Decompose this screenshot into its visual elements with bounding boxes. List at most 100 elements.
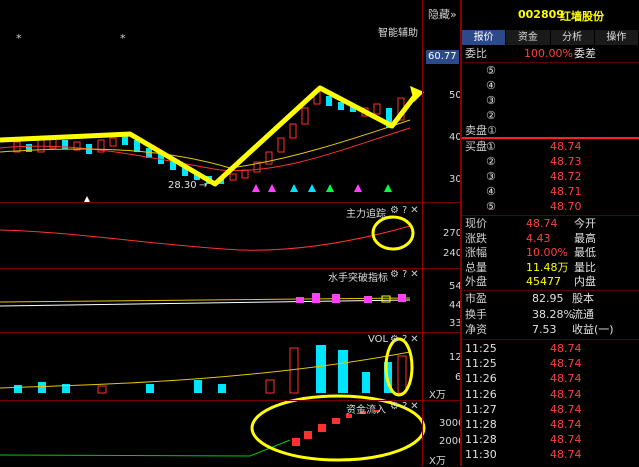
candle [338, 102, 344, 110]
tab-analysis[interactable]: 分析 [550, 30, 595, 45]
hide-button[interactable]: 隐藏» [428, 6, 457, 22]
sell-level: ⑤ [486, 64, 496, 77]
star-mark: * [120, 32, 126, 45]
highlight-circle-1 [371, 215, 415, 251]
tab-quote[interactable]: 报价 [462, 30, 507, 45]
sell-level: ④ [486, 79, 496, 92]
tick-row: 11:30 48.74 [462, 448, 639, 462]
indicator2-icons: ⚙?✕ [390, 269, 422, 280]
ma-line-yellow [0, 119, 411, 169]
tick-time: 11:25 [465, 342, 497, 355]
stat-label: 现价 [465, 217, 487, 230]
buy-level: 买盘 ① 48.74 [465, 140, 582, 153]
stock-code: 002809 [518, 8, 564, 21]
tick-price: 48.74 [550, 357, 582, 371]
indicator3-icons: ⚙?✕ [390, 334, 422, 345]
divider [462, 290, 639, 291]
stat-label: 换手 [465, 307, 487, 321]
gear-icon[interactable]: ⚙ [390, 205, 402, 216]
stat-label: 量比 [574, 260, 596, 274]
tick-row: 11:26 48.74 [462, 388, 639, 402]
tick-row: 11:25 48.74 [462, 342, 639, 356]
candle [301, 107, 309, 125]
stat-label: 总量 [465, 260, 487, 274]
indicator3-title[interactable]: VOL [368, 334, 388, 345]
tick-price: 48.74 [550, 372, 582, 386]
candle [265, 151, 273, 165]
stat-row: 市盈 82.95 股本 [462, 292, 639, 306]
tick-time: 11:30 [465, 448, 497, 462]
axis-unit: X万 [429, 456, 446, 467]
candle [326, 96, 332, 106]
stat-label: 外盘 [465, 275, 487, 288]
divider [462, 215, 639, 216]
stat-label: 最高 [574, 231, 596, 245]
stat-label: 涨幅 [465, 246, 487, 259]
stat-row: 外盘 45477 内盘 [462, 275, 639, 289]
gear-icon[interactable]: ⚙ [390, 334, 402, 345]
main-panel-title: 智能辅助 [378, 28, 418, 39]
buy-level: ⑤ 48.70 [486, 200, 582, 213]
separator-ind2 [0, 332, 460, 333]
stat-value: 7.53 [532, 323, 557, 336]
close-icon[interactable]: ✕ [410, 334, 421, 345]
close-icon[interactable]: ✕ [410, 401, 421, 412]
tick-price: 48.74 [550, 433, 582, 447]
stat-label: 净资 [465, 323, 487, 336]
price-axis: 60.77 50 40 30 270 240 54 44 33 12 6 X万 … [422, 0, 464, 467]
tick-row: 11:25 48.74 [462, 357, 639, 371]
quote-panel: 隐藏» 002809 红墙股份 报价 资金 分析 操作 委比 100.00% 委… [428, 0, 639, 466]
gear-icon[interactable]: ⚙ [390, 401, 402, 412]
sell-level-1: 卖盘① [465, 124, 497, 137]
low-price-label: 28.30 [168, 180, 197, 191]
buy-price: 48.72 [550, 170, 582, 183]
indicator1-line [0, 225, 411, 251]
candle [229, 173, 237, 181]
indicator2-marks [0, 293, 411, 307]
stat-label: 市盈 [465, 292, 487, 305]
axis-unit: X万 [429, 390, 446, 401]
tab-funds[interactable]: 资金 [506, 30, 551, 45]
indicator2-title[interactable]: 水手突破指标 [328, 269, 388, 284]
indicator4-title[interactable]: 资金流入 [346, 401, 386, 416]
stat-value: 10.00% [526, 246, 568, 259]
quote-tabs: 报价 资金 分析 操作 [462, 30, 639, 45]
buy-price: 48.71 [550, 185, 582, 198]
separator-main [0, 202, 460, 203]
buy-price: 48.73 [550, 155, 582, 168]
buy-price: 48.74 [550, 140, 582, 153]
gear-icon[interactable]: ⚙ [390, 269, 402, 280]
stat-label: 最低 [574, 246, 596, 259]
close-icon[interactable]: ✕ [410, 205, 421, 216]
tick-time: 11:26 [465, 387, 497, 401]
diff-label: 委差 [574, 47, 596, 60]
chart-area[interactable]: * * 智能辅助 28.30 → 主力追踪 ⚙?✕ 水手突破指标 ⚙?✕ VOL… [0, 0, 460, 466]
divider [462, 339, 639, 340]
order-ratio-row: 委比 100.00% 委差 [462, 47, 639, 61]
buy-price: 48.70 [550, 200, 582, 213]
fund-flow-marks [0, 410, 380, 457]
candle [373, 103, 381, 115]
candle [241, 169, 249, 179]
price-tag: 60.77 [426, 50, 459, 64]
ratio-label: 委比 [465, 47, 487, 60]
indicator4-icons: ⚙?✕ [390, 401, 422, 412]
stat-value: 38.28% [532, 307, 574, 321]
stat-row: 换手 38.28% 流通 [462, 308, 639, 322]
chart-svg [0, 85, 426, 462]
volume-bars [0, 345, 411, 394]
panel-header: 隐藏» 002809 红墙股份 [428, 0, 639, 30]
limit-line [462, 137, 639, 139]
tick-row: 11:27 48.74 [462, 403, 639, 417]
stat-label: 股本 [572, 292, 594, 305]
candle [122, 136, 128, 145]
tick-time: 11:28 [465, 418, 497, 431]
indicator1-title[interactable]: 主力追踪 [346, 205, 386, 220]
tab-operate[interactable]: 操作 [594, 30, 639, 45]
close-icon[interactable]: ✕ [410, 269, 421, 280]
stat-value: 11.48万 [526, 260, 569, 274]
trend-annotation [0, 85, 420, 187]
stat-label: 涨跌 [465, 231, 487, 245]
stat-row: 现价 48.74 今开 [462, 217, 639, 231]
star-mark: * [16, 32, 22, 45]
